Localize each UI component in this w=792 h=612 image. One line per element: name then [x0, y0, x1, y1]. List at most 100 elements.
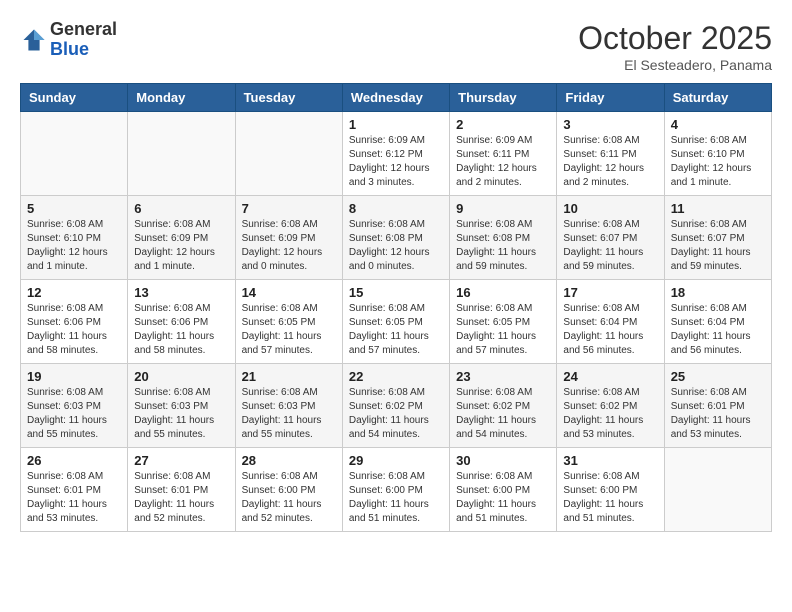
day-number: 30: [456, 453, 550, 468]
day-number: 21: [242, 369, 336, 384]
month-title: October 2025: [578, 20, 772, 57]
day-info: Sunrise: 6:08 AM Sunset: 6:07 PM Dayligh…: [563, 218, 657, 274]
calendar-cell: 3 Sunrise: 6:08 AM Sunset: 6:11 PM Daylig…: [557, 112, 664, 196]
day-number: 1: [349, 117, 443, 132]
day-info: Sunrise: 6:08 AM Sunset: 6:09 PM Dayligh…: [134, 218, 228, 274]
day-number: 10: [563, 201, 657, 216]
day-info: Sunrise: 6:08 AM Sunset: 6:01 PM Dayligh…: [671, 386, 765, 442]
day-info: Sunrise: 6:08 AM Sunset: 6:02 PM Dayligh…: [563, 386, 657, 442]
calendar-cell: 19 Sunrise: 6:08 AM Sunset: 6:03 PM Dayli…: [21, 364, 128, 448]
day-number: 13: [134, 285, 228, 300]
column-header-wednesday: Wednesday: [342, 84, 449, 112]
day-number: 8: [349, 201, 443, 216]
day-number: 28: [242, 453, 336, 468]
day-number: 5: [27, 201, 121, 216]
calendar-cell: 20 Sunrise: 6:08 AM Sunset: 6:03 PM Dayli…: [128, 364, 235, 448]
day-number: 25: [671, 369, 765, 384]
day-info: Sunrise: 6:08 AM Sunset: 6:05 PM Dayligh…: [456, 302, 550, 358]
calendar-cell: [128, 112, 235, 196]
day-info: Sunrise: 6:08 AM Sunset: 6:08 PM Dayligh…: [456, 218, 550, 274]
calendar-cell: 21 Sunrise: 6:08 AM Sunset: 6:03 PM Dayli…: [235, 364, 342, 448]
calendar-week-4: 19 Sunrise: 6:08 AM Sunset: 6:03 PM Dayli…: [21, 364, 772, 448]
day-info: Sunrise: 6:08 AM Sunset: 6:03 PM Dayligh…: [27, 386, 121, 442]
day-number: 23: [456, 369, 550, 384]
day-number: 3: [563, 117, 657, 132]
day-info: Sunrise: 6:08 AM Sunset: 6:03 PM Dayligh…: [242, 386, 336, 442]
logo-text: General Blue: [50, 20, 117, 60]
day-info: Sunrise: 6:08 AM Sunset: 6:10 PM Dayligh…: [27, 218, 121, 274]
calendar-cell: 9Sunrise: 6:08 AM Sunset: 6:08 PM Daylig…: [450, 196, 557, 280]
day-number: 11: [671, 201, 765, 216]
calendar-cell: 22 Sunrise: 6:08 AM Sunset: 6:02 PM Dayli…: [342, 364, 449, 448]
day-number: 7: [242, 201, 336, 216]
day-info: Sunrise: 6:08 AM Sunset: 6:11 PM Dayligh…: [563, 134, 657, 190]
day-number: 12: [27, 285, 121, 300]
day-number: 4: [671, 117, 765, 132]
calendar-cell: 24 Sunrise: 6:08 AM Sunset: 6:02 PM Dayli…: [557, 364, 664, 448]
calendar-cell: 13 Sunrise: 6:08 AM Sunset: 6:06 PM Dayli…: [128, 280, 235, 364]
day-info: Sunrise: 6:08 AM Sunset: 6:05 PM Dayligh…: [349, 302, 443, 358]
day-info: Sunrise: 6:09 AM Sunset: 6:11 PM Dayligh…: [456, 134, 550, 190]
calendar-header-row: SundayMondayTuesdayWednesdayThursdayFrid…: [21, 84, 772, 112]
day-info: Sunrise: 6:08 AM Sunset: 6:05 PM Dayligh…: [242, 302, 336, 358]
calendar-cell: 29 Sunrise: 6:08 AM Sunset: 6:00 PM Dayli…: [342, 448, 449, 532]
calendar-cell: 10 Sunrise: 6:08 AM Sunset: 6:07 PM Dayli…: [557, 196, 664, 280]
calendar-cell: 7 Sunrise: 6:08 AM Sunset: 6:09 PM Daylig…: [235, 196, 342, 280]
day-number: 22: [349, 369, 443, 384]
day-info: Sunrise: 6:08 AM Sunset: 6:04 PM Dayligh…: [671, 302, 765, 358]
day-info: Sunrise: 6:08 AM Sunset: 6:10 PM Dayligh…: [671, 134, 765, 190]
day-number: 2: [456, 117, 550, 132]
calendar-week-3: 12 Sunrise: 6:08 AM Sunset: 6:06 PM Dayli…: [21, 280, 772, 364]
day-info: Sunrise: 6:08 AM Sunset: 6:00 PM Dayligh…: [563, 470, 657, 526]
day-info: Sunrise: 6:08 AM Sunset: 6:04 PM Dayligh…: [563, 302, 657, 358]
calendar-cell: 17 Sunrise: 6:08 AM Sunset: 6:04 PM Dayli…: [557, 280, 664, 364]
day-info: Sunrise: 6:08 AM Sunset: 6:01 PM Dayligh…: [134, 470, 228, 526]
calendar-week-2: 5 Sunrise: 6:08 AM Sunset: 6:10 PM Daylig…: [21, 196, 772, 280]
day-info: Sunrise: 6:08 AM Sunset: 6:09 PM Dayligh…: [242, 218, 336, 274]
day-info: Sunrise: 6:08 AM Sunset: 6:08 PM Dayligh…: [349, 218, 443, 274]
day-info: Sunrise: 6:08 AM Sunset: 6:06 PM Dayligh…: [27, 302, 121, 358]
day-info: Sunrise: 6:08 AM Sunset: 6:00 PM Dayligh…: [349, 470, 443, 526]
calendar-table: SundayMondayTuesdayWednesdayThursdayFrid…: [20, 83, 772, 532]
calendar-cell: 11Sunrise: 6:08 AM Sunset: 6:07 PM Dayli…: [664, 196, 771, 280]
day-number: 24: [563, 369, 657, 384]
day-info: Sunrise: 6:08 AM Sunset: 6:03 PM Dayligh…: [134, 386, 228, 442]
calendar-cell: 18Sunrise: 6:08 AM Sunset: 6:04 PM Dayli…: [664, 280, 771, 364]
day-number: 31: [563, 453, 657, 468]
day-number: 17: [563, 285, 657, 300]
calendar-cell: 23 Sunrise: 6:08 AM Sunset: 6:02 PM Dayli…: [450, 364, 557, 448]
day-info: Sunrise: 6:09 AM Sunset: 6:12 PM Dayligh…: [349, 134, 443, 190]
column-header-tuesday: Tuesday: [235, 84, 342, 112]
day-number: 16: [456, 285, 550, 300]
calendar-cell: 26Sunrise: 6:08 AM Sunset: 6:01 PM Dayli…: [21, 448, 128, 532]
logo-icon: [20, 26, 48, 54]
day-number: 29: [349, 453, 443, 468]
day-number: 19: [27, 369, 121, 384]
calendar-cell: 4 Sunrise: 6:08 AM Sunset: 6:10 PM Daylig…: [664, 112, 771, 196]
title-block: October 2025 El Sesteadero, Panama: [578, 20, 772, 73]
day-info: Sunrise: 6:08 AM Sunset: 6:06 PM Dayligh…: [134, 302, 228, 358]
column-header-sunday: Sunday: [21, 84, 128, 112]
calendar-cell: 30 Sunrise: 6:08 AM Sunset: 6:00 PM Dayli…: [450, 448, 557, 532]
page-header: General Blue October 2025 El Sesteadero,…: [20, 20, 772, 73]
day-info: Sunrise: 6:08 AM Sunset: 6:01 PM Dayligh…: [27, 470, 121, 526]
calendar-cell: 28 Sunrise: 6:08 AM Sunset: 6:00 PM Dayli…: [235, 448, 342, 532]
calendar-cell: 27 Sunrise: 6:08 AM Sunset: 6:01 PM Dayli…: [128, 448, 235, 532]
day-number: 27: [134, 453, 228, 468]
column-header-saturday: Saturday: [664, 84, 771, 112]
day-info: Sunrise: 6:08 AM Sunset: 6:02 PM Dayligh…: [456, 386, 550, 442]
calendar-cell: 15Sunrise: 6:08 AM Sunset: 6:05 PM Dayli…: [342, 280, 449, 364]
calendar-cell: 5 Sunrise: 6:08 AM Sunset: 6:10 PM Daylig…: [21, 196, 128, 280]
calendar-cell: 14Sunrise: 6:08 AM Sunset: 6:05 PM Dayli…: [235, 280, 342, 364]
calendar-cell: 8 Sunrise: 6:08 AM Sunset: 6:08 PM Daylig…: [342, 196, 449, 280]
day-info: Sunrise: 6:08 AM Sunset: 6:00 PM Dayligh…: [456, 470, 550, 526]
day-info: Sunrise: 6:08 AM Sunset: 6:02 PM Dayligh…: [349, 386, 443, 442]
calendar-cell: 6 Sunrise: 6:08 AM Sunset: 6:09 PM Daylig…: [128, 196, 235, 280]
day-number: 20: [134, 369, 228, 384]
calendar-week-5: 26Sunrise: 6:08 AM Sunset: 6:01 PM Dayli…: [21, 448, 772, 532]
day-info: Sunrise: 6:08 AM Sunset: 6:00 PM Dayligh…: [242, 470, 336, 526]
day-number: 6: [134, 201, 228, 216]
calendar-cell: 1 Sunrise: 6:09 AM Sunset: 6:12 PM Daylig…: [342, 112, 449, 196]
calendar-cell: [21, 112, 128, 196]
calendar-cell: [664, 448, 771, 532]
